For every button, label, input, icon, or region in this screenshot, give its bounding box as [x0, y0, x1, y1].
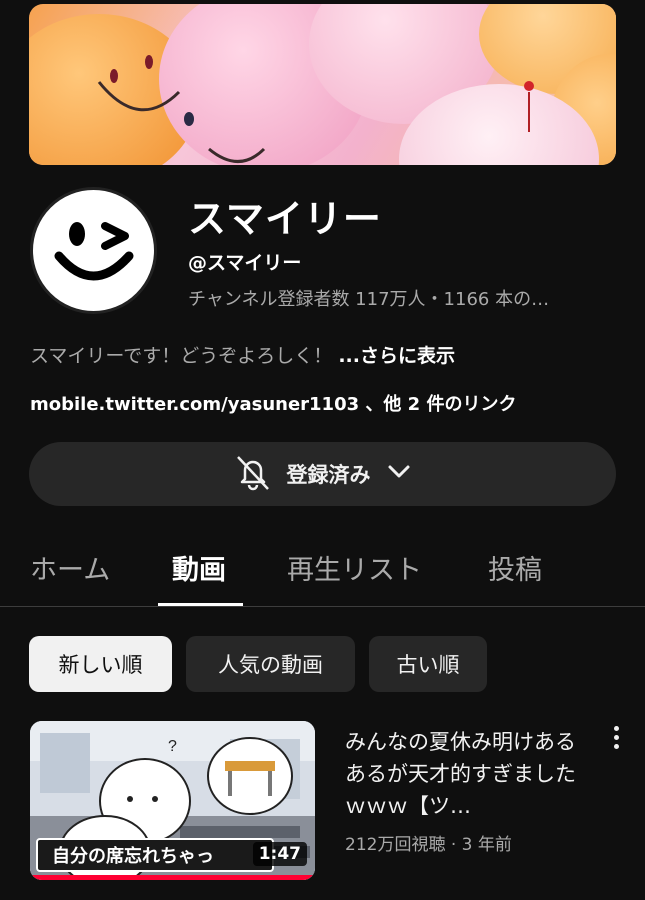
- watch-progress-bar: [30, 875, 315, 880]
- filter-newest-chip[interactable]: 新しい順: [29, 636, 172, 692]
- tab-home[interactable]: ホーム: [30, 548, 110, 587]
- video-duration: 1:47: [252, 842, 307, 866]
- channel-stats[interactable]: チャンネル登録者数 117万人・1166 本の…: [188, 285, 608, 311]
- thumbnail-caption: 自分の席忘れちゃっ: [36, 838, 274, 872]
- video-title[interactable]: みんなの夏休み明けあるあるが天才的すぎましたｗｗｗ【ツ…: [345, 726, 595, 822]
- tab-videos[interactable]: 動画: [172, 548, 226, 587]
- filter-oldest-chip[interactable]: 古い順: [369, 636, 487, 692]
- channel-description[interactable]: スマイリーです！どうぞよろしく！ ...さらに表示: [30, 341, 455, 368]
- tabs-divider: [0, 606, 645, 607]
- channel-avatar[interactable]: [30, 187, 157, 314]
- channel-links[interactable]: mobile.twitter.com/yasuner1103 、他 2 件のリン…: [30, 390, 516, 416]
- channel-handle: @スマイリー: [188, 252, 302, 274]
- channel-name: スマイリー: [188, 197, 382, 241]
- video-meta: 212万回視聴 · 3 年前: [345, 835, 512, 855]
- video-thumbnail[interactable]: ? 自分の席忘れちゃっ 1:47: [30, 721, 315, 880]
- tab-playlists[interactable]: 再生リスト: [287, 548, 422, 587]
- channel-tabs: ホーム 動画 再生リスト 投稿: [0, 540, 645, 606]
- bell-off-icon: [233, 452, 273, 496]
- subscribed-label: 登録済み: [286, 463, 371, 487]
- description-text: スマイリーです！どうぞよろしく！: [30, 345, 333, 367]
- subscribed-button[interactable]: 登録済み: [29, 442, 616, 506]
- tab-posts[interactable]: 投稿: [488, 548, 542, 587]
- more-options-icon[interactable]: [608, 726, 624, 754]
- chevron-down-icon: [385, 458, 413, 490]
- svg-text:?: ?: [168, 738, 177, 755]
- filter-popular-chip[interactable]: 人気の動画: [186, 636, 355, 692]
- channel-banner: [29, 4, 616, 165]
- show-more-link[interactable]: ...さらに表示: [338, 345, 455, 367]
